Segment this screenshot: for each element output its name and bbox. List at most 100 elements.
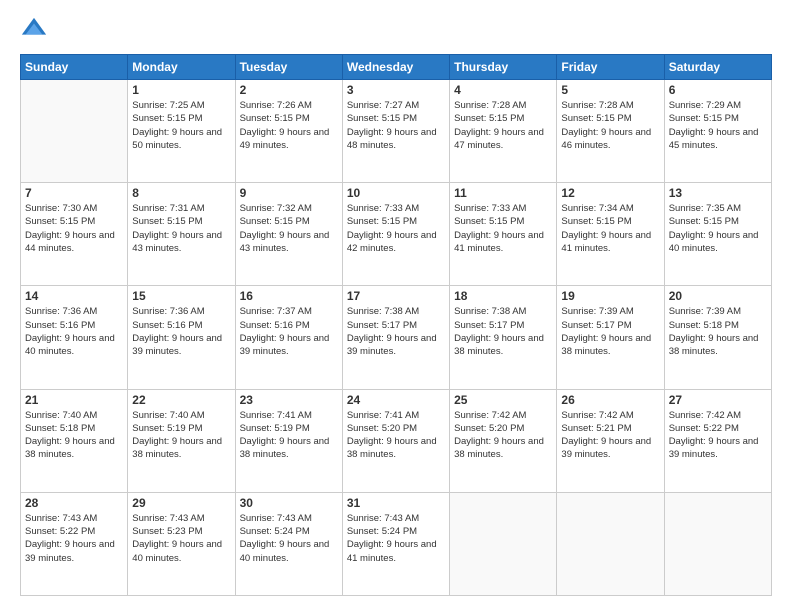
day-number: 14 [25,289,123,303]
calendar-cell: 29 Sunrise: 7:43 AMSunset: 5:23 PMDayligh… [128,492,235,595]
calendar-cell: 17 Sunrise: 7:38 AMSunset: 5:17 PMDayligh… [342,286,449,389]
cell-info: Sunrise: 7:39 AMSunset: 5:18 PMDaylight:… [669,305,767,358]
day-number: 17 [347,289,445,303]
day-number: 11 [454,186,552,200]
day-number: 2 [240,83,338,97]
cell-info: Sunrise: 7:41 AMSunset: 5:19 PMDaylight:… [240,409,338,462]
calendar-cell: 21 Sunrise: 7:40 AMSunset: 5:18 PMDayligh… [21,389,128,492]
calendar-week-row: 7Sunrise: 7:30 AMSunset: 5:15 PMDaylight… [21,183,772,286]
calendar-cell: 16 Sunrise: 7:37 AMSunset: 5:16 PMDayligh… [235,286,342,389]
calendar-cell: 27Sunrise: 7:42 AMSunset: 5:22 PMDayligh… [664,389,771,492]
cell-info: Sunrise: 7:33 AMSunset: 5:15 PMDaylight:… [347,202,445,255]
calendar-header-day: Wednesday [342,55,449,80]
day-number: 22 [132,393,230,407]
cell-info: Sunrise: 7:33 AMSunset: 5:15 PMDaylight:… [454,202,552,255]
cell-info: Sunrise: 7:31 AMSunset: 5:15 PMDaylight:… [132,202,230,255]
calendar-cell: 13 Sunrise: 7:35 AMSunset: 5:15 PMDayligh… [664,183,771,286]
day-number: 21 [25,393,123,407]
cell-info: Sunrise: 7:32 AMSunset: 5:15 PMDaylight:… [240,202,338,255]
logo [20,16,52,44]
calendar-cell [450,492,557,595]
cell-info: Sunrise: 7:35 AMSunset: 5:15 PMDaylight:… [669,202,767,255]
cell-info: Sunrise: 7:38 AMSunset: 5:17 PMDaylight:… [347,305,445,358]
calendar-cell: 15 Sunrise: 7:36 AMSunset: 5:16 PMDayligh… [128,286,235,389]
calendar-cell: 9 Sunrise: 7:32 AMSunset: 5:15 PMDaylight… [235,183,342,286]
cell-info: Sunrise: 7:26 AMSunset: 5:15 PMDaylight:… [240,99,338,152]
cell-info: Sunrise: 7:43 AMSunset: 5:23 PMDaylight:… [132,512,230,565]
calendar-cell: 3 Sunrise: 7:27 AMSunset: 5:15 PMDaylight… [342,80,449,183]
cell-info: Sunrise: 7:39 AMSunset: 5:17 PMDaylight:… [561,305,659,358]
cell-info: Sunrise: 7:40 AMSunset: 5:18 PMDaylight:… [25,409,123,462]
day-number: 5 [561,83,659,97]
cell-info: Sunrise: 7:29 AMSunset: 5:15 PMDaylight:… [669,99,767,152]
day-number: 10 [347,186,445,200]
cell-info: Sunrise: 7:25 AMSunset: 5:15 PMDaylight:… [132,99,230,152]
day-number: 26 [561,393,659,407]
cell-info: Sunrise: 7:42 AMSunset: 5:21 PMDaylight:… [561,409,659,462]
calendar-header-day: Monday [128,55,235,80]
day-number: 16 [240,289,338,303]
day-number: 23 [240,393,338,407]
calendar-header-day: Saturday [664,55,771,80]
calendar-cell: 22 Sunrise: 7:40 AMSunset: 5:19 PMDayligh… [128,389,235,492]
logo-icon [20,16,48,44]
calendar-cell: 30 Sunrise: 7:43 AMSunset: 5:24 PMDayligh… [235,492,342,595]
calendar-cell: 2 Sunrise: 7:26 AMSunset: 5:15 PMDaylight… [235,80,342,183]
cell-info: Sunrise: 7:36 AMSunset: 5:16 PMDaylight:… [132,305,230,358]
calendar-header-day: Tuesday [235,55,342,80]
day-number: 6 [669,83,767,97]
header [20,16,772,44]
calendar-cell: 18 Sunrise: 7:38 AMSunset: 5:17 PMDayligh… [450,286,557,389]
cell-info: Sunrise: 7:40 AMSunset: 5:19 PMDaylight:… [132,409,230,462]
calendar-cell [21,80,128,183]
day-number: 20 [669,289,767,303]
calendar-cell [557,492,664,595]
day-number: 30 [240,496,338,510]
cell-info: Sunrise: 7:43 AMSunset: 5:22 PMDaylight:… [25,512,123,565]
day-number: 8 [132,186,230,200]
day-number: 7 [25,186,123,200]
calendar-week-row: 21 Sunrise: 7:40 AMSunset: 5:18 PMDayligh… [21,389,772,492]
calendar-header-row: SundayMondayTuesdayWednesdayThursdayFrid… [21,55,772,80]
calendar-cell: 20 Sunrise: 7:39 AMSunset: 5:18 PMDayligh… [664,286,771,389]
day-number: 24 [347,393,445,407]
calendar-week-row: 1 Sunrise: 7:25 AMSunset: 5:15 PMDaylight… [21,80,772,183]
calendar-week-row: 28 Sunrise: 7:43 AMSunset: 5:22 PMDayligh… [21,492,772,595]
day-number: 12 [561,186,659,200]
calendar-cell: 10 Sunrise: 7:33 AMSunset: 5:15 PMDayligh… [342,183,449,286]
calendar-cell: 5 Sunrise: 7:28 AMSunset: 5:15 PMDaylight… [557,80,664,183]
calendar-table: SundayMondayTuesdayWednesdayThursdayFrid… [20,54,772,596]
cell-info: Sunrise: 7:28 AMSunset: 5:15 PMDaylight:… [561,99,659,152]
calendar-cell: 26 Sunrise: 7:42 AMSunset: 5:21 PMDayligh… [557,389,664,492]
day-number: 1 [132,83,230,97]
calendar-header-day: Friday [557,55,664,80]
day-number: 15 [132,289,230,303]
page: SundayMondayTuesdayWednesdayThursdayFrid… [0,0,792,612]
cell-info: Sunrise: 7:37 AMSunset: 5:16 PMDaylight:… [240,305,338,358]
calendar-week-row: 14 Sunrise: 7:36 AMSunset: 5:16 PMDayligh… [21,286,772,389]
calendar-cell [664,492,771,595]
day-number: 4 [454,83,552,97]
calendar-cell: 24Sunrise: 7:41 AMSunset: 5:20 PMDayligh… [342,389,449,492]
cell-info: Sunrise: 7:38 AMSunset: 5:17 PMDaylight:… [454,305,552,358]
day-number: 29 [132,496,230,510]
calendar-cell: 4Sunrise: 7:28 AMSunset: 5:15 PMDaylight… [450,80,557,183]
day-number: 18 [454,289,552,303]
calendar-cell: 1 Sunrise: 7:25 AMSunset: 5:15 PMDaylight… [128,80,235,183]
cell-info: Sunrise: 7:27 AMSunset: 5:15 PMDaylight:… [347,99,445,152]
day-number: 13 [669,186,767,200]
cell-info: Sunrise: 7:43 AMSunset: 5:24 PMDaylight:… [347,512,445,565]
day-number: 27 [669,393,767,407]
day-number: 19 [561,289,659,303]
day-number: 28 [25,496,123,510]
calendar-cell: 23 Sunrise: 7:41 AMSunset: 5:19 PMDayligh… [235,389,342,492]
calendar-cell: 28 Sunrise: 7:43 AMSunset: 5:22 PMDayligh… [21,492,128,595]
calendar-cell: 7Sunrise: 7:30 AMSunset: 5:15 PMDaylight… [21,183,128,286]
day-number: 3 [347,83,445,97]
cell-info: Sunrise: 7:36 AMSunset: 5:16 PMDaylight:… [25,305,123,358]
cell-info: Sunrise: 7:43 AMSunset: 5:24 PMDaylight:… [240,512,338,565]
calendar-cell: 12Sunrise: 7:34 AMSunset: 5:15 PMDayligh… [557,183,664,286]
day-number: 9 [240,186,338,200]
calendar-cell: 25Sunrise: 7:42 AMSunset: 5:20 PMDayligh… [450,389,557,492]
calendar-cell: 11 Sunrise: 7:33 AMSunset: 5:15 PMDayligh… [450,183,557,286]
